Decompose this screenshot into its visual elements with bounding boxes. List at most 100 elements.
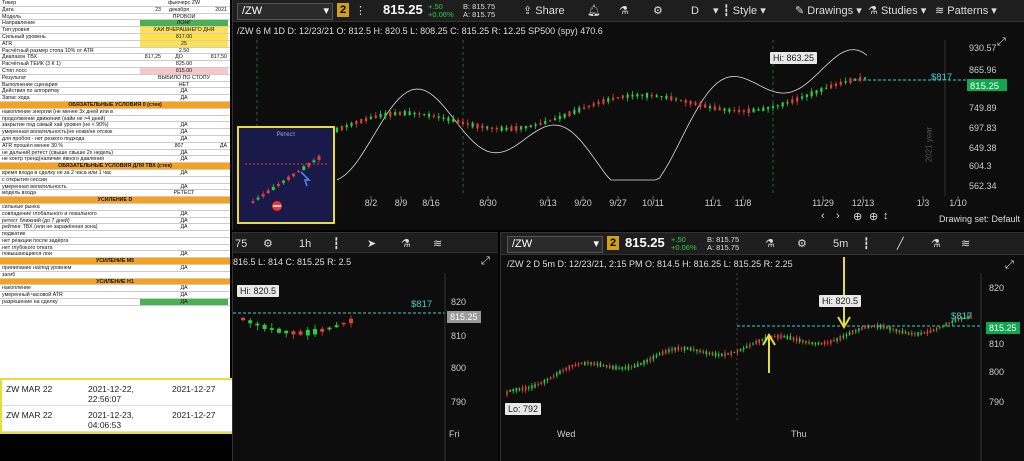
candle-body (599, 362, 602, 367)
candle-body (661, 351, 664, 355)
candle-body (327, 327, 332, 330)
price-axis-label: 800 (451, 363, 467, 373)
row-value[interactable]: фьючерс ZW (140, 0, 228, 6)
hourly-chart-canvas[interactable] (233, 233, 498, 461)
candle-body (879, 324, 882, 329)
candle-body (544, 120, 547, 125)
magnet-icon[interactable]: ↕ (883, 210, 889, 222)
row-value[interactable]: ДА (140, 150, 228, 156)
expand-icon[interactable]: ⤢ (481, 255, 490, 268)
row-value[interactable]: ПРОБОЙ (140, 14, 228, 20)
row-value[interactable]: ДА (140, 122, 228, 128)
up-arrow-annotation (762, 333, 776, 373)
candle-body (717, 354, 720, 356)
candle-body (696, 349, 698, 352)
row-value[interactable]: ДА (140, 251, 228, 257)
nav-right-icon[interactable]: › (836, 210, 840, 222)
checklist-row: Стоп лосс 815.00 (0, 67, 230, 75)
candle-body (627, 365, 630, 370)
row-value[interactable]: 817.00 (140, 33, 228, 40)
candle-body (842, 335, 845, 338)
row-value-part[interactable]: ДА (197, 143, 227, 149)
candle-body (904, 331, 907, 334)
row-value[interactable]: ДА (140, 136, 228, 142)
candle-body (297, 171, 301, 173)
row-value[interactable]: ДА (140, 265, 228, 271)
row-value[interactable]: ДА (140, 299, 228, 305)
candle-body (939, 326, 941, 329)
row-value-part[interactable]: 23 (140, 7, 161, 13)
nav-left-icon[interactable]: ‹ (821, 210, 825, 222)
candle-body (437, 116, 440, 118)
row-value[interactable]: ДА (140, 129, 228, 135)
candle-body (471, 122, 474, 128)
candle-body (942, 325, 944, 327)
row-value[interactable]: ДА (140, 170, 228, 176)
row-value-part[interactable]: 817,50 (197, 54, 227, 60)
row-value[interactable]: 815.00 (140, 67, 228, 74)
candle-body (276, 184, 280, 187)
row-value-part[interactable]: декабря (163, 7, 195, 13)
candle-body (752, 343, 754, 345)
row-value[interactable]: ДА (140, 224, 228, 230)
row-label: нет реакции после задёрга (2, 237, 69, 244)
row-value[interactable]: ДА (140, 95, 228, 101)
row-value[interactable]: ЛОНГ (140, 20, 228, 27)
candle-body (577, 363, 580, 366)
row-label: модель входа (2, 190, 36, 197)
candle-body (808, 341, 810, 344)
row-value-part[interactable]: 2021 (197, 7, 227, 13)
row-value[interactable]: ДА (140, 292, 228, 298)
row-value[interactable]: ДА (140, 184, 228, 190)
row-label: разрешение на сделку (2, 299, 58, 306)
row-value[interactable]: ДА (140, 218, 228, 224)
row-value[interactable]: ДА (140, 156, 228, 162)
row-value[interactable]: 25 (140, 40, 228, 47)
daily-chart-canvas[interactable]: 930.57 865.96 815.25 749.89 697.83 649.38 604.… (233, 0, 1024, 230)
candle-body (515, 387, 518, 392)
row-value[interactable]: ДА (140, 285, 228, 291)
expand-icon[interactable]: ⤢ (1005, 259, 1014, 272)
crosshair-icon[interactable]: ⊕ (869, 210, 878, 223)
row-value[interactable]: ДА (140, 211, 228, 217)
candle-body (737, 109, 741, 112)
row-value-part[interactable]: ДО (163, 54, 195, 60)
drawing-set-label[interactable]: Drawing set: Default (939, 214, 1020, 224)
candle-body (646, 359, 648, 363)
candle-body (786, 102, 789, 104)
trade-symbol: ZW MAR 22 (6, 410, 53, 420)
row-value[interactable]: 825.00 (140, 61, 228, 67)
checklist-row: Расчётный ТЕЙК (3 К 1) 825.00 (0, 61, 230, 68)
row-value[interactable]: ДА (140, 88, 228, 94)
price-axis-label: 649.38 (969, 143, 997, 153)
row-value-part[interactable]: 807 (163, 143, 195, 149)
row-value-part[interactable]: 817,25 (140, 54, 161, 60)
candle-body (621, 367, 624, 370)
zoom-in-icon[interactable]: ⊕ (853, 210, 862, 223)
row-label: с открытия сессии (2, 176, 47, 183)
row-label: продолжение движения (хайи не >4 дней) (2, 115, 106, 122)
candle-body (509, 389, 511, 392)
row-value[interactable]: РЕТЕСТ (140, 190, 228, 196)
checklist-row: поджатие (0, 231, 230, 238)
row-value[interactable]: ХАЙ ВЧЕРАШНЕГО ДНЯ (140, 27, 228, 34)
candle-body (466, 123, 469, 125)
screen: { "sheet": { "rows": [ {"label": "Тикер"… (0, 0, 1024, 461)
candle-body (674, 98, 678, 100)
row-value[interactable]: ВЫБИЛО ПО СТОПУ (140, 75, 228, 81)
candle-body (350, 122, 353, 126)
intraday-chart-canvas[interactable] (501, 233, 1024, 461)
price-axis-label: 790 (989, 397, 1005, 407)
candle-body (305, 329, 310, 336)
expand-icon[interactable]: ⤢ (997, 36, 1006, 49)
candle-body (605, 365, 608, 367)
candle-body (792, 336, 795, 341)
trade-symbol: ZW MAR 22 (6, 384, 53, 394)
candle-body (563, 113, 566, 118)
candle-body (825, 87, 828, 89)
checklist-row: повышающиеся лои ДА (0, 251, 230, 259)
checklist-row: Дата 23 декабря 2021 (0, 7, 230, 14)
row-value[interactable]: 2.50 (140, 48, 228, 54)
row-value[interactable]: НЕТ (140, 82, 228, 88)
candle-body (457, 119, 460, 124)
